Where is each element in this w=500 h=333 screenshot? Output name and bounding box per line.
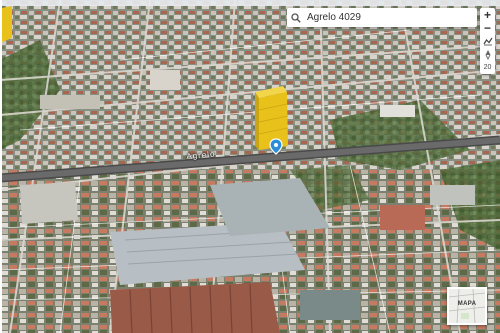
left-border: [0, 0, 2, 333]
search-bar[interactable]: [287, 8, 477, 27]
compass-button[interactable]: [480, 49, 495, 63]
zoom-level: 20: [483, 64, 492, 71]
search-icon[interactable]: [287, 8, 305, 27]
tilt-icon: [482, 37, 492, 46]
zoom-in-button[interactable]: +: [480, 8, 495, 22]
aerial-imagery: [0, 0, 500, 333]
minimap-label: MAPA: [457, 301, 477, 307]
zoom-control: + − 20: [480, 8, 495, 74]
tilt-button[interactable]: [480, 35, 495, 49]
map-3d-view[interactable]: Agrelo: [0, 0, 500, 333]
compass-icon: [484, 50, 491, 61]
search-input[interactable]: [305, 9, 470, 26]
minimap-button[interactable]: MAPA: [447, 287, 487, 325]
zoom-out-button[interactable]: −: [480, 22, 495, 36]
